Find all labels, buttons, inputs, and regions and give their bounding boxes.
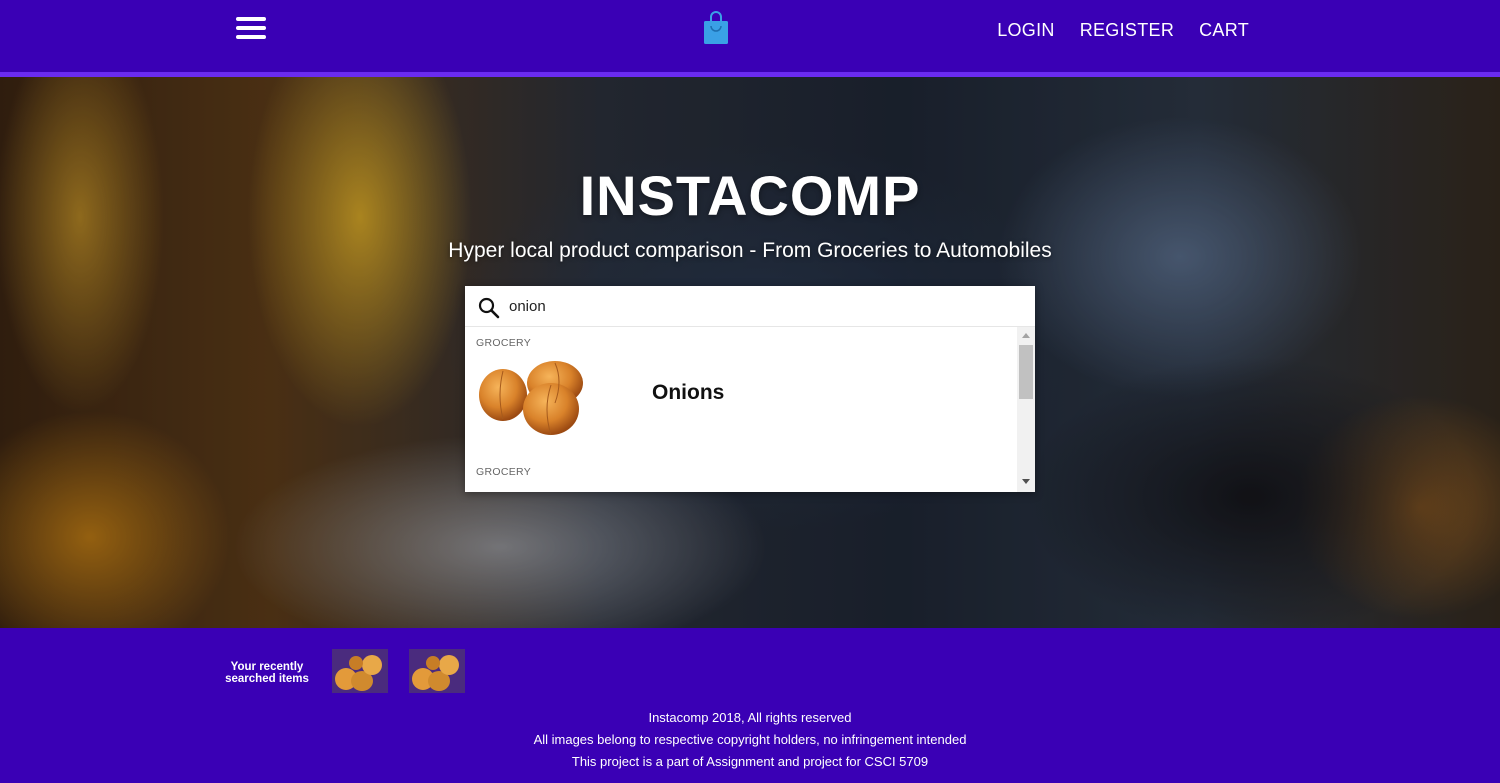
hamburger-menu-icon[interactable] [236, 16, 266, 40]
recent-item-onions[interactable] [409, 649, 465, 693]
search-result-onions[interactable]: Onions [465, 355, 1017, 443]
scrollbar-thumb[interactable] [1019, 345, 1033, 399]
recent-item-onions[interactable] [332, 649, 388, 693]
shopping-bag-icon[interactable] [702, 10, 730, 46]
nav-links: LOGIN REGISTER CART [997, 20, 1249, 41]
hero-subtitle: Hyper local product comparison - From Gr… [448, 239, 1052, 262]
result-name: Onions [652, 381, 725, 404]
recent-searches-label: Your recently searched items [225, 661, 309, 685]
register-link[interactable]: REGISTER [1080, 20, 1174, 41]
login-link[interactable]: LOGIN [997, 20, 1055, 41]
footer: Your recently searched items Instacomp 2… [0, 628, 1500, 783]
onions-image [477, 357, 587, 439]
footer-project-note: This project is a part of Assignment and… [571, 754, 929, 769]
search-bar [465, 286, 1035, 327]
result-category-label: GROCERY [476, 466, 531, 478]
cart-link[interactable]: CART [1199, 20, 1249, 41]
footer-copyright: Instacomp 2018, All rights reserved [648, 710, 852, 725]
search-results-list: GROCERY Onions GROCERY [465, 327, 1017, 492]
footer-disclaimer: All images belong to respective copyrigh… [533, 732, 967, 747]
scroll-up-arrow-icon[interactable] [1022, 333, 1030, 338]
results-scrollbar[interactable] [1017, 327, 1035, 492]
search-icon[interactable] [478, 297, 500, 319]
search-panel: GROCERY Onions GROC [465, 286, 1035, 492]
top-navbar: LOGIN REGISTER CART [0, 0, 1500, 72]
search-input[interactable] [509, 294, 1009, 318]
result-category-label: GROCERY [476, 337, 531, 349]
hero-title: INSTACOMP [579, 164, 921, 227]
scroll-down-arrow-icon[interactable] [1022, 479, 1030, 484]
